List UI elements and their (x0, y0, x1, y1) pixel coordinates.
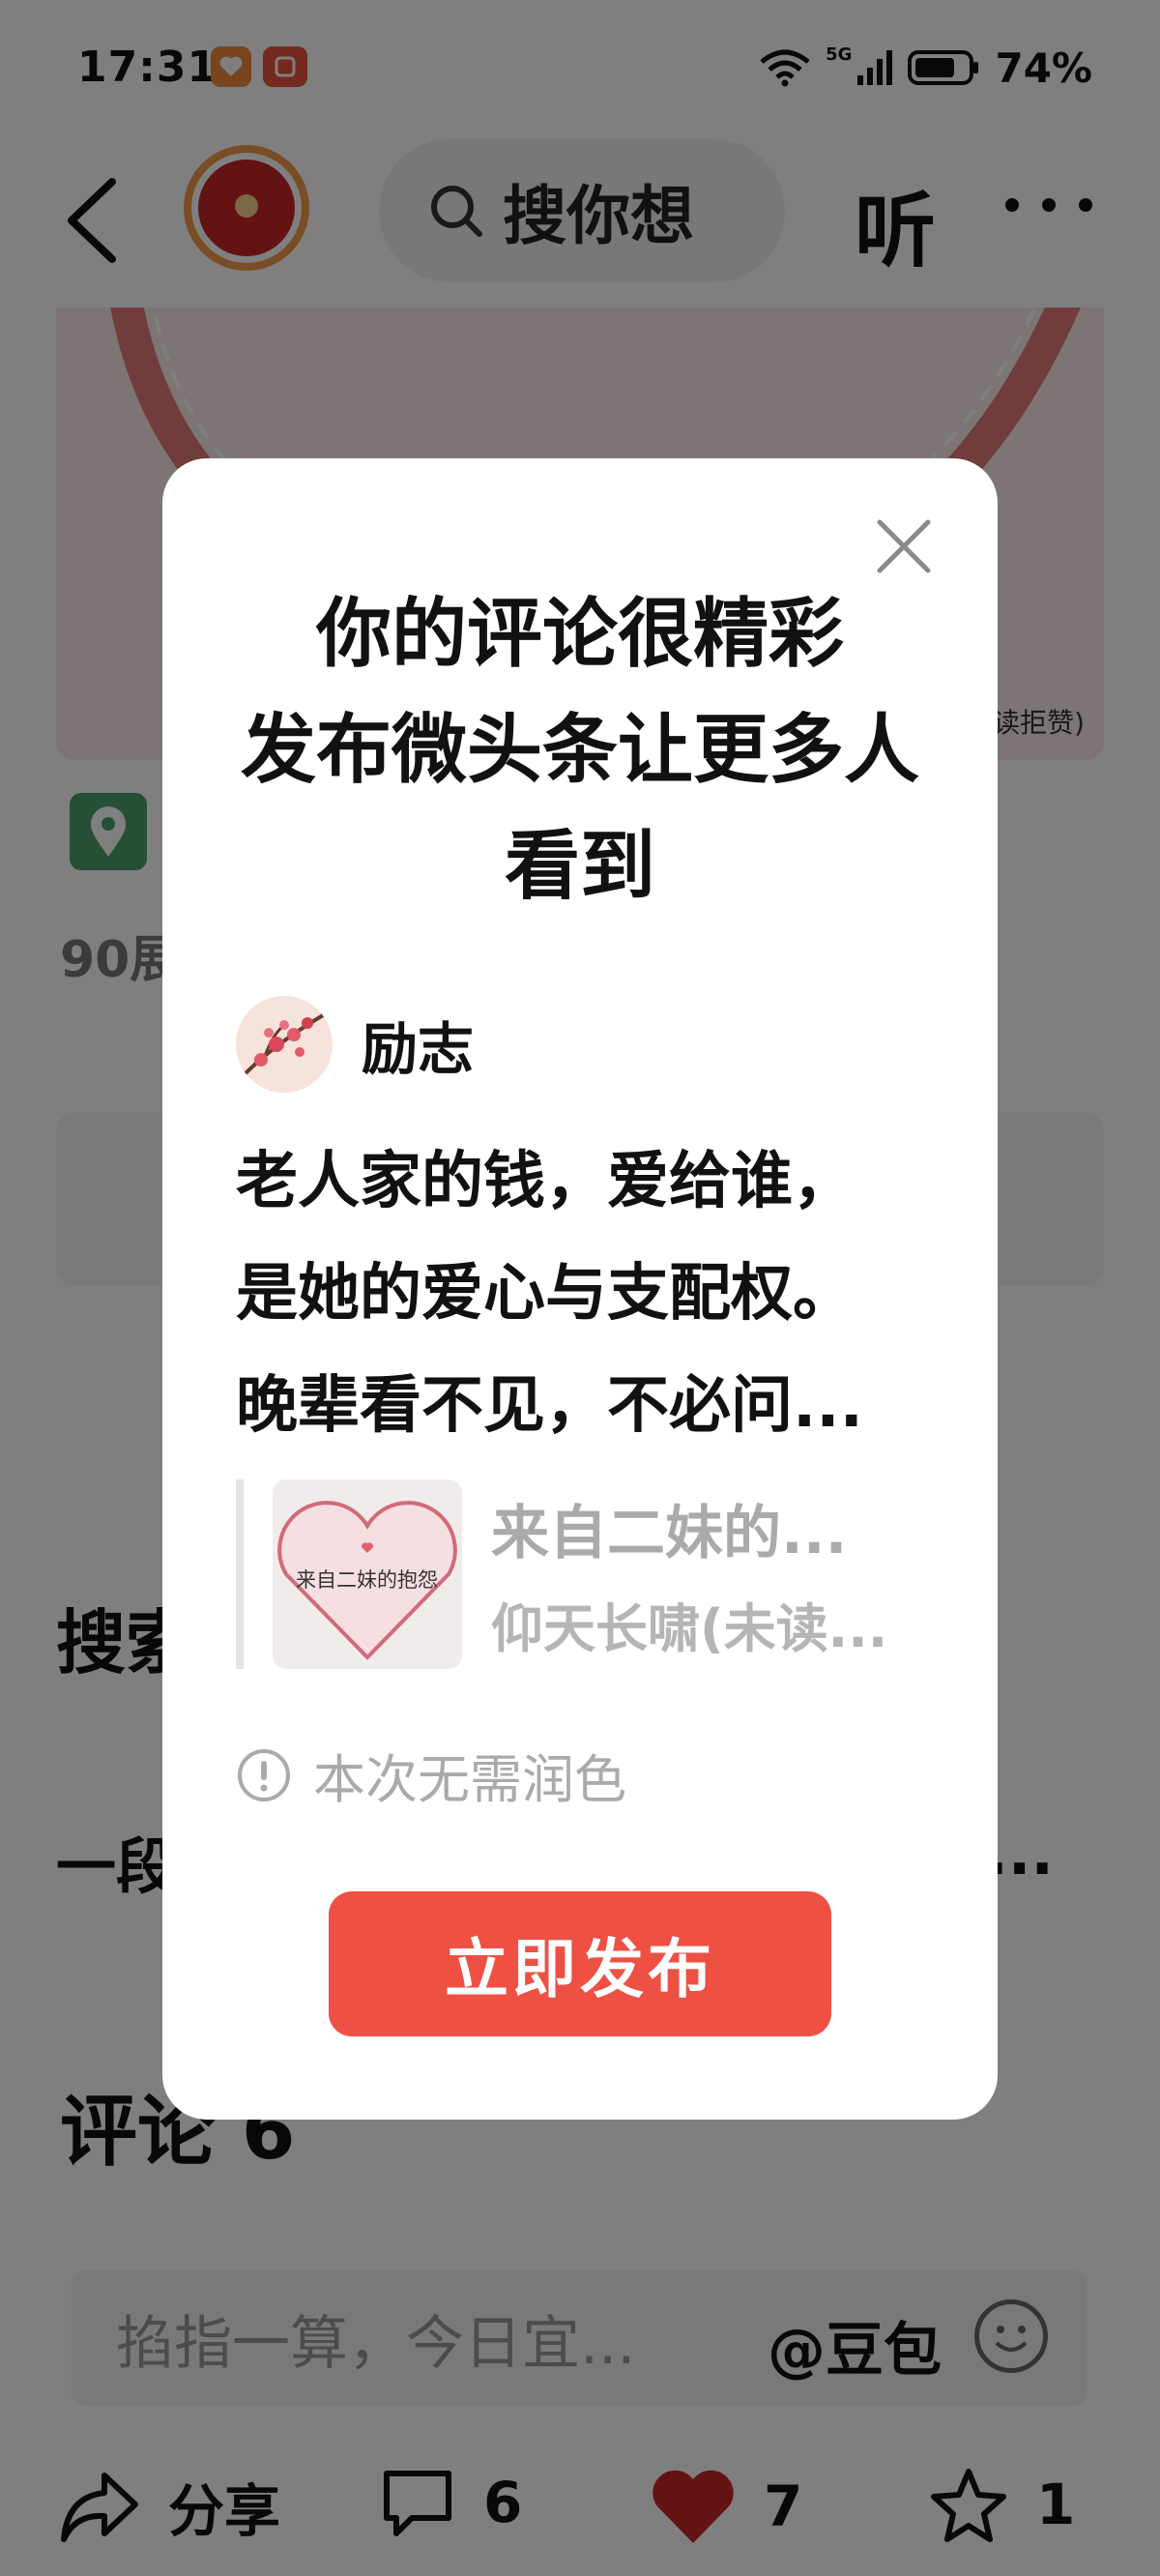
quoted-article-text: 来自二妹的... 仰天长啸(未读... (491, 1486, 887, 1662)
post-content: 老人家的钱，爱给谁， 是她的爱心与支配权。 晚辈看不见，不必问... (236, 1126, 951, 1462)
thumbnail-caption: 来自二妹的抱怨 (296, 1568, 438, 1592)
dialog-title: 你的评论很精彩 发布微头条让更多人 看到 (162, 576, 998, 924)
dialog-title-line: 发布微头条让更多人 (240, 707, 919, 794)
publish-now-label: 立即发布 (445, 1932, 715, 2006)
polish-hint-text: 本次无需润色 (313, 1749, 626, 1810)
author-name: 励志 (362, 1016, 475, 1082)
polish-hint: 本次无需润色 (236, 1737, 626, 1813)
quoted-article-author: 仰天长啸(未读... (491, 1598, 888, 1659)
author-avatar (236, 996, 333, 1093)
author-row: 励志 (236, 996, 474, 1093)
post-line: 老人家的钱，爱给谁， (236, 1146, 855, 1217)
quoted-article-title: 来自二妹的... (491, 1500, 848, 1567)
quoted-article[interactable]: 来自二妹的抱怨 来自二妹的... 仰天长啸(未读... (236, 1479, 913, 1669)
plum-blossom-icon (244, 1013, 325, 1075)
publish-now-button[interactable]: 立即发布 (329, 1891, 831, 2036)
dialog-title-line: 你的评论很精彩 (315, 591, 844, 678)
dialog-title-line: 看到 (504, 823, 655, 910)
quoted-article-thumbnail: 来自二妹的抱怨 (273, 1479, 462, 1669)
post-line: 晚辈看不见，不必问... (236, 1370, 863, 1442)
post-line: 是她的爱心与支配权。 (236, 1258, 855, 1330)
publish-dialog: 你的评论很精彩 发布微头条让更多人 看到 励志 老人家的钱，爱给谁， 是她的爱心… (162, 458, 998, 2120)
close-button[interactable] (874, 516, 934, 576)
close-icon (877, 519, 931, 573)
info-icon (238, 1748, 290, 1801)
